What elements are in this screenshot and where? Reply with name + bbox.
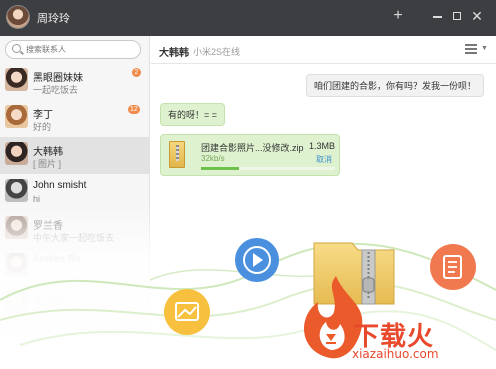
maximize-icon[interactable] — [448, 7, 466, 25]
contact-avatar — [5, 105, 28, 128]
contact-name: John smisht — [33, 180, 87, 191]
chat-header: 大韩韩 小米2S在线 ▼ — [151, 36, 496, 64]
contact-name: 罗兰香 — [33, 221, 63, 232]
close-icon[interactable]: ✕ — [468, 7, 486, 25]
chat-contact-name: 大韩韩 — [159, 48, 189, 59]
contact-avatar — [5, 68, 28, 91]
file-size: 1.3MB — [309, 141, 336, 151]
contact-last-message: 中午大家一起吃饭去 — [33, 233, 115, 243]
transfer-speed: 32kb/s — [201, 154, 225, 163]
transfer-progress-bar — [201, 167, 335, 170]
contact-last-message: [ 图片 ] — [33, 159, 62, 169]
contact-item[interactable]: 罗兰香 中午大家一起吃饭去 — [0, 211, 149, 248]
swoosh-line — [149, 259, 381, 281]
contact-avatar — [5, 142, 28, 165]
contact-item[interactable]: 王小明 — [0, 285, 149, 322]
search-icon — [12, 44, 21, 53]
contact-item[interactable]: 黑眼圈妹妹 一起吃饭去 2 — [0, 63, 149, 100]
contact-name: 王小明 — [33, 295, 63, 306]
video-icon — [235, 238, 279, 282]
search-box[interactable] — [5, 40, 141, 59]
menu-icon[interactable] — [465, 44, 477, 54]
user-name: 周玲玲 — [37, 13, 70, 25]
contact-name: 黑眼圈妹妹 — [33, 73, 83, 84]
document-icon — [430, 244, 476, 290]
file-transfer-card: 团建合影照片...没修改.zip 1.3MB 32kb/s 取消 — [160, 134, 340, 176]
contact-name: 李丁 — [33, 110, 53, 121]
contact-item-active[interactable]: 大韩韩 [ 图片 ] — [0, 137, 149, 174]
minimize-icon[interactable] — [428, 7, 446, 25]
file-name: 团建合影照片...没修改.zip — [201, 143, 304, 153]
search-input[interactable] — [26, 43, 136, 56]
contact-name: 大韩韩 — [33, 147, 63, 158]
cancel-transfer-link[interactable]: 取消 — [316, 154, 332, 165]
contact-last-message: 好的 — [33, 122, 52, 132]
unread-badge: 12 — [128, 105, 140, 114]
contact-avatar — [5, 216, 28, 239]
title-bar: 周玲玲 + ✕ — [0, 0, 496, 36]
unread-badge: 2 — [132, 68, 141, 77]
image-icon — [164, 289, 210, 335]
transfer-progress-fill — [201, 167, 239, 170]
user-avatar[interactable] — [6, 5, 30, 29]
contact-sidebar: 黑眼圈妹妹 一起吃饭去 2 李丁 好的 12 大韩韩 [ 图片 ] John s… — [0, 36, 150, 369]
chat-contact-status: 小米2S在线 — [193, 47, 241, 57]
contact-item[interactable]: 李丁 好的 12 — [0, 100, 149, 137]
incoming-message: 有的呀！= = — [160, 103, 226, 126]
zip-folder-icon — [313, 242, 395, 305]
contact-last-message: hi — [33, 194, 41, 204]
contact-item[interactable]: Andrea Ro — [0, 248, 149, 285]
watermark-url: xiazaihuo.com — [352, 347, 439, 361]
contact-avatar — [5, 253, 28, 276]
contact-avatar — [5, 179, 28, 202]
plus-icon[interactable]: + — [389, 7, 407, 25]
zip-file-icon — [169, 141, 185, 168]
outgoing-message: 咱们团建的合影，你有吗？发我一份呗！ — [305, 74, 484, 97]
contact-avatar — [5, 290, 28, 313]
chevron-down-icon[interactable]: ▼ — [481, 45, 488, 52]
contact-last-message: 一起吃饭去 — [33, 85, 79, 95]
contact-item[interactable]: John smisht hi — [0, 174, 149, 211]
contact-name: Andrea Ro — [33, 254, 81, 265]
